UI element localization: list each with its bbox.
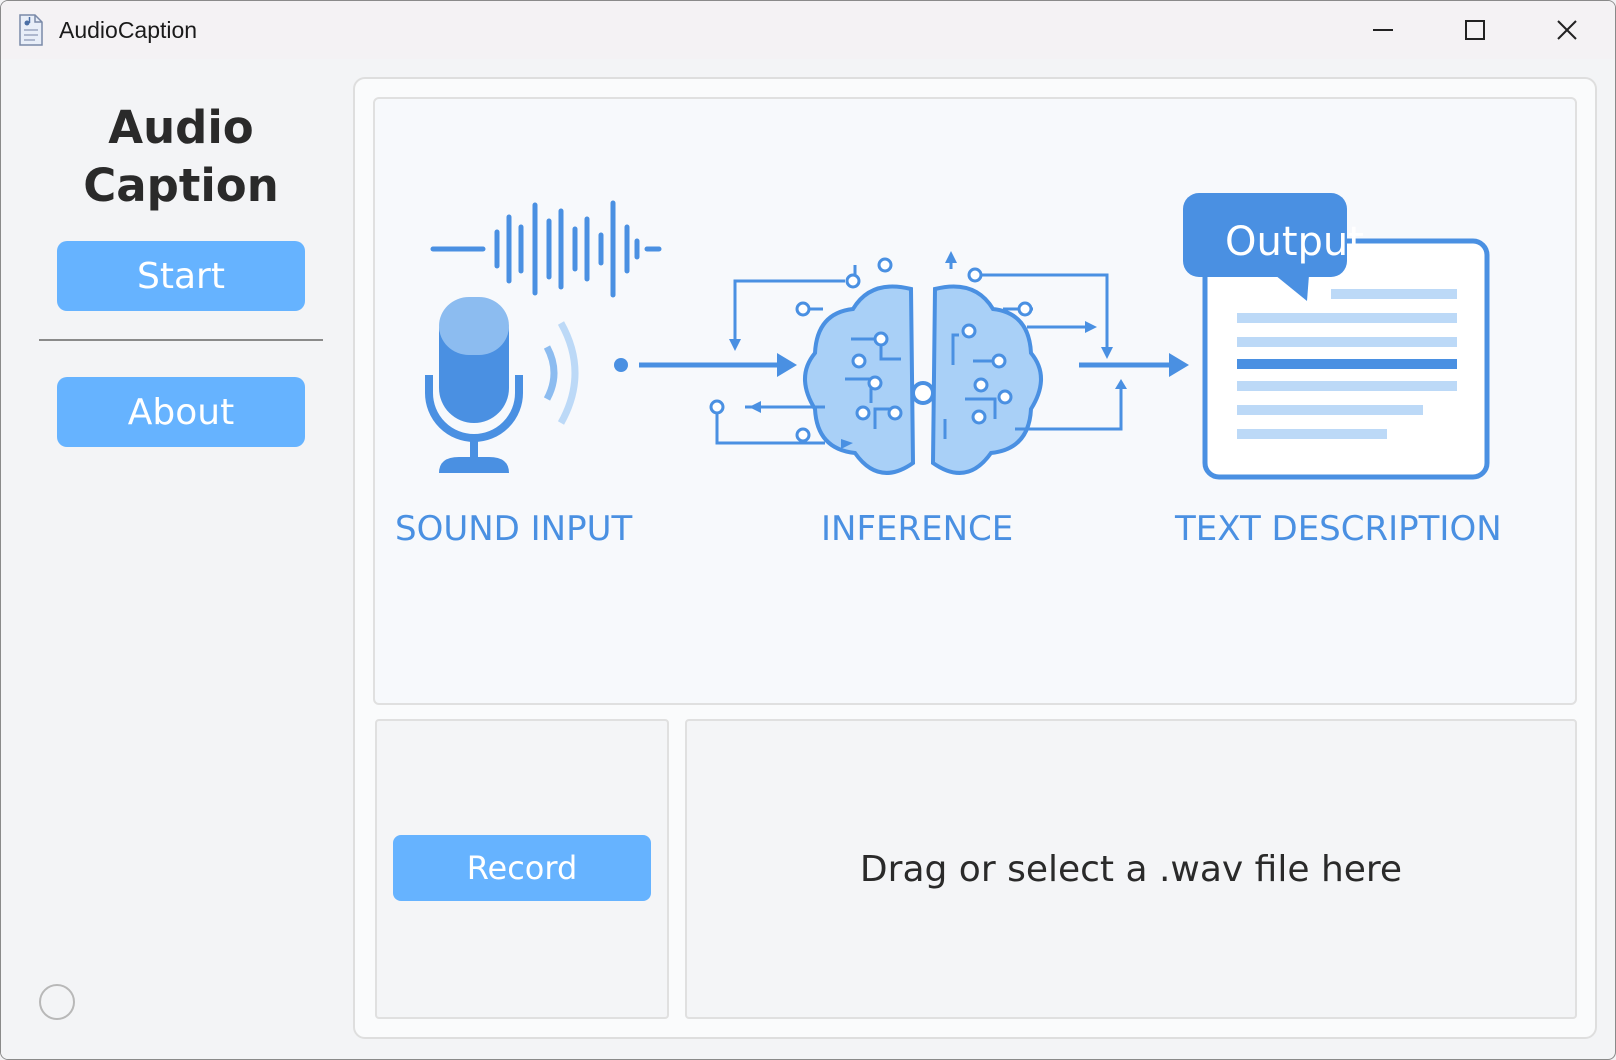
start-button[interactable]: Start: [57, 241, 305, 311]
file-drop-zone[interactable]: Drag or select a .wav file here: [685, 719, 1577, 1019]
status-circle-icon: [39, 984, 75, 1020]
brand-line-2: Caption: [83, 159, 279, 212]
close-button[interactable]: [1521, 1, 1613, 59]
output-badge: Output: [1225, 219, 1364, 265]
document-music-icon: [19, 14, 43, 46]
app-brand: Audio Caption: [31, 99, 331, 215]
stage-label-sound-input: SOUND INPUT: [395, 509, 633, 549]
waveform-icon: [430, 200, 662, 298]
app-window: AudioCaption Audio Caption Start About O…: [0, 0, 1616, 1060]
window-title: AudioCaption: [59, 17, 198, 43]
pipeline-graphic: [425, 193, 1490, 480]
maximize-icon: [1465, 20, 1485, 40]
drop-zone-text: Drag or select a .wav file here: [859, 848, 1403, 890]
about-button[interactable]: About: [57, 377, 305, 447]
stage-label-text-description: TEXT DESCRIPTION: [1175, 509, 1502, 549]
pipeline-illustration: Output SOUND INPUT INFERENCE TEXT DESCRI…: [373, 97, 1577, 705]
brain-icon: [709, 251, 1127, 475]
title-bar[interactable]: AudioCaption: [1, 1, 1615, 59]
brand-line-1: Audio: [108, 101, 254, 154]
stage-label-inference: INFERENCE: [821, 509, 1014, 549]
maximize-button[interactable]: [1429, 1, 1521, 59]
sidebar: Audio Caption Start About: [1, 59, 351, 1059]
microphone-icon: [425, 297, 628, 473]
minimize-icon: [1373, 29, 1393, 31]
sidebar-divider: [39, 339, 323, 341]
minimize-button[interactable]: [1337, 1, 1429, 59]
record-button[interactable]: Record: [393, 835, 651, 901]
close-icon: [1557, 20, 1577, 40]
